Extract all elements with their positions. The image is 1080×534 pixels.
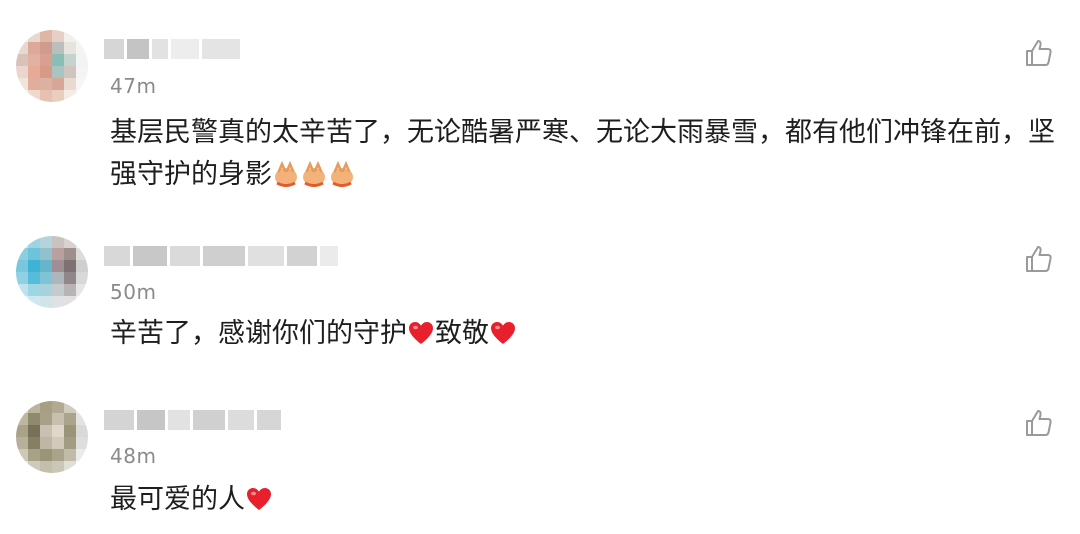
red-heart-icon [407,317,435,359]
red-heart-icon [489,317,517,359]
like-button[interactable] [1024,38,1054,68]
username-blurred[interactable] [104,407,281,433]
comment-text: 辛苦了，感谢你们的守护 致敬 [110,313,1070,359]
thumbs-up-icon [1026,246,1052,272]
red-heart-icon [245,483,273,525]
avatar[interactable] [16,401,88,473]
like-button[interactable] [1024,408,1054,438]
avatar[interactable] [16,30,88,102]
clap-hands-icon [300,158,328,200]
comment-text: 最可爱的人 [110,479,1070,525]
comment-text: 基层民警真的太辛苦了，无论酷暑严寒、无论大雨暴雪，都有他们冲锋在前，坚强守护的身… [110,112,1070,200]
comment-text-content: 最可爱的人 [110,484,245,515]
like-button[interactable] [1024,244,1054,274]
username-blurred[interactable] [104,243,338,269]
comment-time: 50m [110,280,157,304]
thumbs-up-icon [1026,410,1052,436]
comment-text-content: 基层民警真的太辛苦了，无论酷暑严寒、无论大雨暴雪，都有他们冲锋在前，坚强守护的身… [110,117,1055,190]
comment-time: 48m [110,444,157,468]
username-blurred[interactable] [104,36,240,62]
comment-text-part: 致敬 [435,318,489,349]
avatar[interactable] [16,236,88,308]
clap-hands-icon [328,158,356,200]
thumbs-up-icon [1026,40,1052,66]
comment-time: 47m [110,74,157,98]
clap-hands-icon [272,158,300,200]
comment-text-part: 辛苦了，感谢你们的守护 [110,318,407,349]
